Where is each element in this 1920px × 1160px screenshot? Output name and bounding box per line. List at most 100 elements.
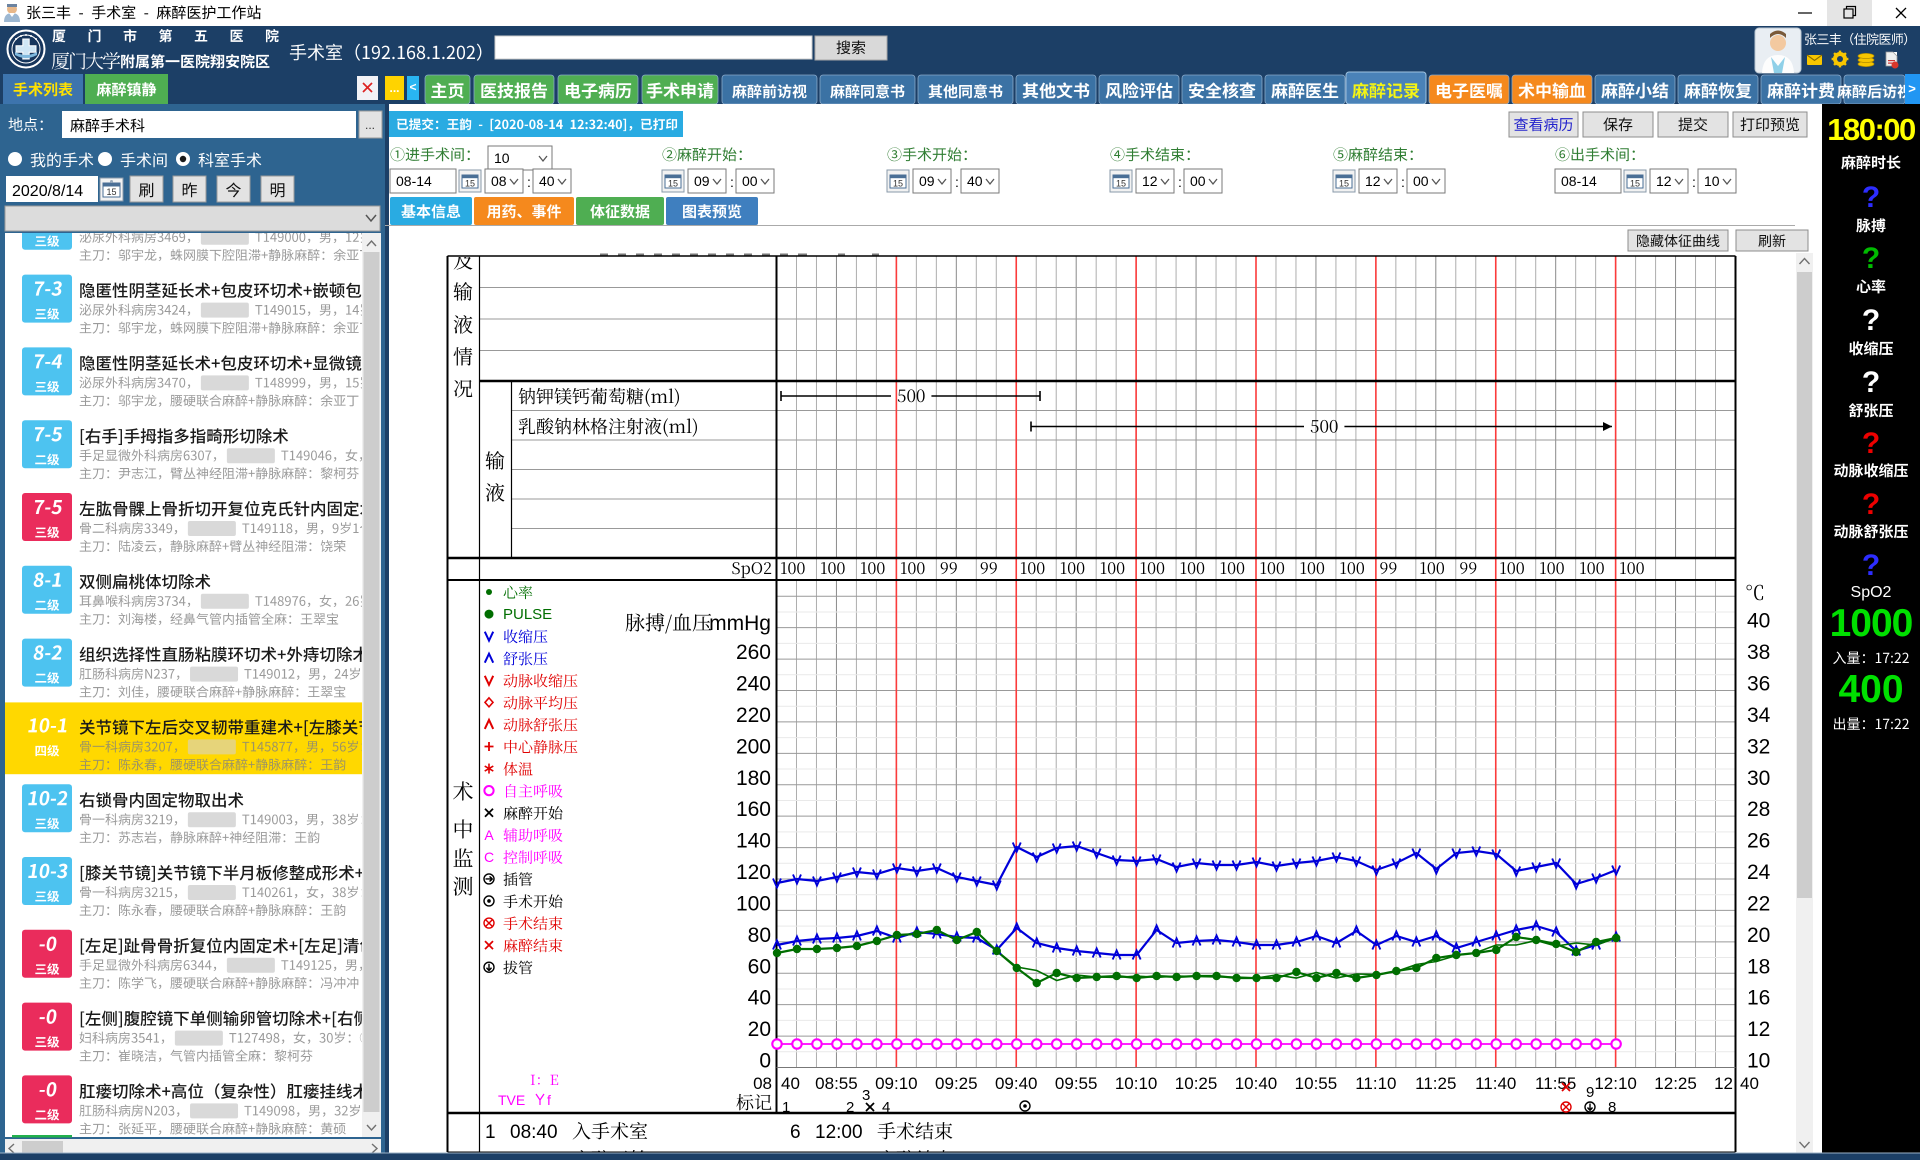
svg-text:08:55: 08:55 bbox=[815, 1074, 858, 1093]
svg-text:08-14: 08-14 bbox=[1561, 173, 1597, 189]
svg-text:10: 10 bbox=[494, 150, 510, 166]
svg-text:1: 1 bbox=[782, 1099, 790, 1116]
svg-text:>: > bbox=[1908, 81, 1916, 96]
svg-text:160: 160 bbox=[736, 798, 771, 821]
svg-text:09: 09 bbox=[694, 173, 710, 189]
svg-text:3: 3 bbox=[862, 1087, 870, 1104]
svg-text:40: 40 bbox=[781, 1074, 800, 1093]
svg-text::: : bbox=[1692, 174, 1696, 190]
svg-text:?: ? bbox=[1862, 304, 1880, 337]
svg-text:?: ? bbox=[1862, 427, 1880, 460]
svg-text:2020/8/14: 2020/8/14 bbox=[12, 183, 83, 200]
svg-text:6: 6 bbox=[790, 1122, 801, 1143]
svg-text:10:55: 10:55 bbox=[1295, 1074, 1338, 1093]
svg-text:12: 12 bbox=[1142, 173, 1158, 189]
svg-text:08-14: 08-14 bbox=[396, 173, 432, 189]
svg-text:38: 38 bbox=[1747, 641, 1770, 664]
svg-text:40: 40 bbox=[539, 173, 555, 189]
svg-text:60: 60 bbox=[748, 955, 771, 978]
svg-text:SpO2: SpO2 bbox=[1851, 584, 1892, 601]
svg-text:<: < bbox=[409, 80, 416, 94]
svg-text:00: 00 bbox=[1413, 173, 1429, 189]
svg-text:80: 80 bbox=[748, 924, 771, 947]
svg-text:00: 00 bbox=[1190, 173, 1206, 189]
svg-text:22: 22 bbox=[1747, 892, 1770, 915]
svg-text:18: 18 bbox=[1747, 955, 1770, 978]
svg-text:34: 34 bbox=[1747, 704, 1771, 727]
svg-text:100: 100 bbox=[736, 892, 771, 915]
svg-text:120: 120 bbox=[736, 861, 771, 884]
svg-text:20: 20 bbox=[1747, 924, 1770, 947]
svg-text:26: 26 bbox=[1747, 830, 1770, 853]
svg-text:1000: 1000 bbox=[1830, 602, 1913, 645]
svg-text::: : bbox=[527, 174, 531, 190]
svg-text:15: 15 bbox=[106, 187, 116, 197]
svg-text:08: 08 bbox=[753, 1074, 772, 1093]
svg-text:200: 200 bbox=[736, 735, 771, 758]
svg-text:?: ? bbox=[1862, 242, 1880, 275]
svg-text:10: 10 bbox=[1747, 1050, 1770, 1073]
svg-text::: : bbox=[1178, 174, 1182, 190]
svg-text:f: f bbox=[547, 1092, 551, 1108]
svg-text:10:25: 10:25 bbox=[1175, 1074, 1218, 1093]
svg-text:40: 40 bbox=[967, 173, 983, 189]
svg-text::: : bbox=[955, 174, 959, 190]
svg-text:36: 36 bbox=[1747, 673, 1770, 696]
svg-text:12: 12 bbox=[1714, 1074, 1733, 1093]
svg-text:9: 9 bbox=[1586, 1084, 1594, 1101]
svg-text:11:25: 11:25 bbox=[1415, 1074, 1456, 1093]
svg-text:12: 12 bbox=[1747, 1018, 1770, 1041]
svg-text:30: 30 bbox=[1747, 767, 1770, 790]
svg-text:180:00: 180:00 bbox=[1827, 112, 1915, 147]
svg-text:08:40: 08:40 bbox=[510, 1122, 558, 1143]
svg-text::: : bbox=[1401, 174, 1405, 190]
svg-text:08: 08 bbox=[491, 173, 507, 189]
svg-text:0: 0 bbox=[759, 1050, 771, 1073]
svg-text:40: 40 bbox=[1747, 610, 1770, 633]
svg-text:16: 16 bbox=[1747, 987, 1770, 1010]
svg-text:?: ? bbox=[1862, 181, 1880, 214]
svg-text:mmHg: mmHg bbox=[709, 612, 771, 635]
svg-text:260: 260 bbox=[736, 641, 771, 664]
svg-text:15: 15 bbox=[1116, 179, 1126, 189]
svg-text:12: 12 bbox=[1656, 173, 1672, 189]
svg-text:40: 40 bbox=[1740, 1074, 1759, 1093]
svg-text:09:10: 09:10 bbox=[875, 1074, 918, 1093]
svg-text:15: 15 bbox=[668, 179, 678, 189]
svg-text:?: ? bbox=[1862, 488, 1880, 521]
svg-text:00: 00 bbox=[742, 173, 758, 189]
svg-text:15: 15 bbox=[1339, 179, 1349, 189]
svg-text:15: 15 bbox=[465, 179, 475, 189]
svg-text:?: ? bbox=[1862, 366, 1880, 399]
svg-text:09:25: 09:25 bbox=[935, 1074, 978, 1093]
svg-text:24: 24 bbox=[1747, 861, 1771, 884]
svg-text:A: A bbox=[484, 827, 494, 843]
svg-text:12:10: 12:10 bbox=[1594, 1074, 1637, 1093]
svg-text:?: ? bbox=[1862, 549, 1880, 582]
svg-text:40: 40 bbox=[748, 987, 771, 1010]
svg-text:8: 8 bbox=[1608, 1099, 1616, 1116]
svg-text:PULSE: PULSE bbox=[503, 606, 552, 623]
svg-text:12:00: 12:00 bbox=[815, 1122, 863, 1143]
svg-text:10:10: 10:10 bbox=[1115, 1074, 1158, 1093]
svg-text:12: 12 bbox=[1365, 173, 1381, 189]
svg-text:2: 2 bbox=[846, 1099, 854, 1116]
svg-text:11:10: 11:10 bbox=[1355, 1074, 1396, 1093]
svg-text:4: 4 bbox=[882, 1099, 890, 1116]
svg-text:140: 140 bbox=[736, 830, 771, 853]
svg-text:...: ... bbox=[365, 118, 375, 132]
svg-text:11:40: 11:40 bbox=[1475, 1074, 1516, 1093]
svg-text:TVE: TVE bbox=[498, 1092, 525, 1108]
svg-text:09:40: 09:40 bbox=[995, 1074, 1038, 1093]
svg-text:240: 240 bbox=[736, 673, 771, 696]
svg-text:32: 32 bbox=[1747, 735, 1770, 758]
svg-text:220: 220 bbox=[736, 704, 771, 727]
svg-text:10:40: 10:40 bbox=[1235, 1074, 1278, 1093]
svg-text:400: 400 bbox=[1838, 668, 1903, 711]
svg-text:20: 20 bbox=[748, 1018, 771, 1041]
svg-text:180: 180 bbox=[736, 767, 771, 790]
svg-text:15: 15 bbox=[893, 179, 903, 189]
svg-text:28: 28 bbox=[1747, 798, 1770, 821]
svg-text:1: 1 bbox=[485, 1122, 496, 1143]
svg-text:...: ... bbox=[389, 81, 399, 95]
